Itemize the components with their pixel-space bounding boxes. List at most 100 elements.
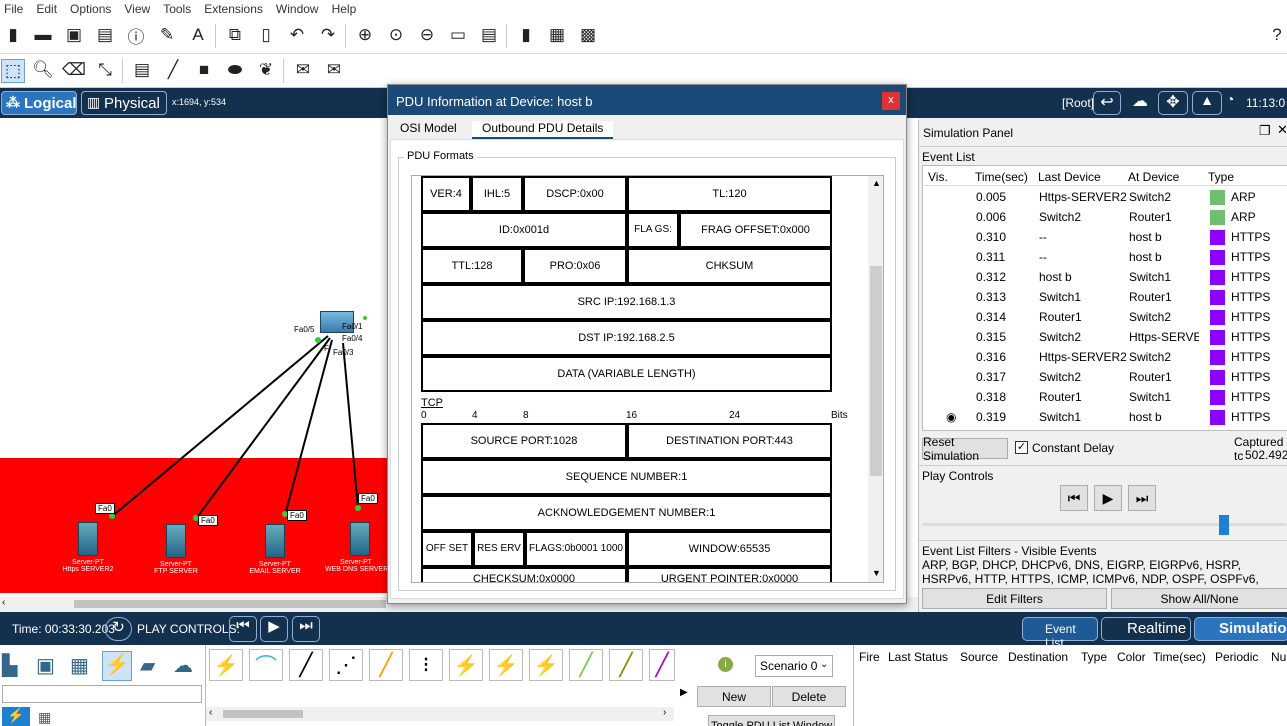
connection-type-icon[interactable]: ⚡ [2,707,30,726]
scrollbar-thumb[interactable] [223,710,303,718]
menu-tools[interactable]: Tools [159,2,200,16]
play-icon[interactable]: ▶ [260,616,288,642]
speed-slider-thumb[interactable] [1219,515,1229,535]
column-header[interactable]: At Device [1128,170,1179,184]
simple-pdu-icon[interactable]: ✉ [292,59,314,81]
speed-slider-track[interactable] [922,523,1286,526]
connections-icon[interactable]: ⚡ [102,651,132,681]
new-file-icon[interactable]: ▮ [2,24,24,46]
column-header[interactable]: Time(sec) [1153,650,1206,664]
scroll-up-icon[interactable]: ▲ [872,178,881,188]
delete-icon[interactable]: ⌫ [62,59,86,81]
menu-view[interactable]: View [120,2,159,16]
menu-extensions[interactable]: Extensions [200,2,272,16]
open-folder-icon[interactable]: ▬ [32,24,54,46]
tab-osi-model[interactable]: OSI Model [390,121,467,139]
event-row[interactable]: 0.310 -- host b HTTPS [924,227,1280,247]
reset-simulation-button[interactable]: Reset Simulation [922,435,1008,463]
activity-wizard-icon[interactable]: A [187,24,209,46]
move-icon[interactable]: ✥ [1158,91,1188,115]
crossover-icon[interactable]: ⋰ [329,649,363,681]
column-header[interactable]: Fire [859,650,880,664]
column-header[interactable]: Type [1081,650,1107,664]
select-tool-icon[interactable]: ⬚ [1,59,25,83]
simulation-mode-button[interactable]: Simulation [1194,617,1287,641]
column-header[interactable]: Periodic [1215,650,1258,664]
serial-dte-icon[interactable]: ⚡ [529,649,563,681]
column-header[interactable]: Vis. [928,170,948,184]
column-header[interactable]: Source [960,650,998,664]
scrollbar-thumb[interactable] [74,600,386,608]
event-row[interactable]: 0.005 Https-SERVER2 Switch2 ARP [924,187,1280,207]
draw-rectangle-icon[interactable]: ■ [193,59,215,81]
event-row[interactable]: 0.317 Switch2 Router1 HTTPS [924,367,1280,387]
end-devices-icon[interactable]: ▣ [36,653,55,678]
column-header[interactable]: Last Device [1038,170,1101,184]
realtime-mode-button[interactable]: Realtime [1101,617,1191,641]
scroll-right-icon[interactable]: › [663,707,666,718]
event-row[interactable]: 0.318 Router1 Switch1 HTTPS [924,387,1280,407]
show-all-none-button[interactable]: Show All/None [1111,588,1287,609]
scroll-left-icon[interactable]: ‹ [2,597,5,608]
column-header[interactable]: Last Status [888,650,948,664]
event-list-toggle[interactable]: Event List [1022,617,1098,650]
column-header[interactable]: Type [1208,170,1234,184]
expand-arrow-icon[interactable]: ▶ [680,687,688,698]
forward-icon[interactable]: ⏭ [292,616,320,642]
custom-devices-icon[interactable]: ▤ [478,24,500,46]
close-icon[interactable]: x [882,92,900,110]
print-icon[interactable]: ▤ [94,24,116,46]
place-note-icon[interactable]: ▤ [131,59,153,81]
grid-icon[interactable]: ▦ [38,709,51,726]
viewport-icon[interactable]: ◔ [1226,91,1248,115]
help-icon[interactable]: ? [1266,24,1287,46]
menu-help[interactable]: Help [328,2,366,16]
server-icon[interactable] [265,524,285,558]
serial-dce-icon[interactable]: ⚡ [489,649,523,681]
server-icon[interactable] [166,524,186,558]
zoom-reset-icon[interactable]: ⊙ [385,24,407,46]
restore-icon[interactable]: ❐ [1259,123,1271,139]
menu-window[interactable]: Window [272,2,328,16]
event-row[interactable]: 0.319 Switch1 host b HTTPS ◉ [924,407,1280,427]
column-header[interactable]: Destination [1008,650,1068,664]
close-icon[interactable]: ✕ [1277,122,1287,138]
copy-icon[interactable]: ⧉ [224,24,246,46]
menu-file[interactable]: File [0,2,32,16]
network-devices-icon[interactable]: ▙ [2,653,17,678]
inspect-icon[interactable]: 🔍︎ [32,59,54,81]
straight-through-icon[interactable]: ╱ [289,649,323,681]
fiber-icon[interactable]: ╱ [369,649,403,681]
octal-cable-icon[interactable]: ╱ [569,649,603,681]
event-row[interactable]: 0.311 -- host b HTTPS [924,247,1280,267]
column-header[interactable]: Color [1117,650,1146,664]
constant-delay-checkbox[interactable]: ✓ [1015,441,1028,454]
server-icon[interactable] [350,522,370,556]
event-row[interactable]: 0.314 Router1 Switch2 HTTPS [924,307,1280,327]
back-icon[interactable]: ↩ [1093,91,1121,115]
play-icon[interactable]: ▶ [1094,485,1122,511]
back-icon[interactable]: ⏮ [229,616,257,642]
freeform-icon[interactable]: ❦ [255,59,277,81]
iot-cable-icon[interactable]: ╱ [609,649,643,681]
power-cycle-icon[interactable]: ↻ [105,617,132,641]
tab-outbound-pdu[interactable]: Outbound PDU Details [472,121,614,139]
phone-cable-icon[interactable]: ⁝ [409,649,443,681]
step-back-icon[interactable]: ⏮ [1060,485,1088,511]
scroll-left-icon[interactable]: ‹ [209,707,212,718]
notes-icon[interactable]: ▮ [515,24,537,46]
info-icon[interactable]: ⓘ [125,24,147,47]
drawing-palette-icon[interactable]: ▭ [447,24,469,46]
info-icon[interactable]: i [718,657,733,672]
auto-connection-icon[interactable]: ⚡ [209,649,243,681]
delete-scenario-button[interactable]: Delete [772,686,846,707]
undo-icon[interactable]: ↶ [286,24,308,46]
zoom-out-icon[interactable]: ⊖ [416,24,438,46]
scroll-down-icon[interactable]: ▼ [872,568,881,578]
logical-tab[interactable]: ⁂ Logical [1,91,77,115]
new-scenario-button[interactable]: New [697,686,771,707]
server-icon[interactable] [78,522,98,556]
event-row[interactable]: 0.316 Https-SERVER2 Switch2 HTTPS [924,347,1280,367]
draw-ellipse-icon[interactable]: ⬬ [224,59,246,81]
scrollbar-thumb[interactable] [870,266,882,476]
